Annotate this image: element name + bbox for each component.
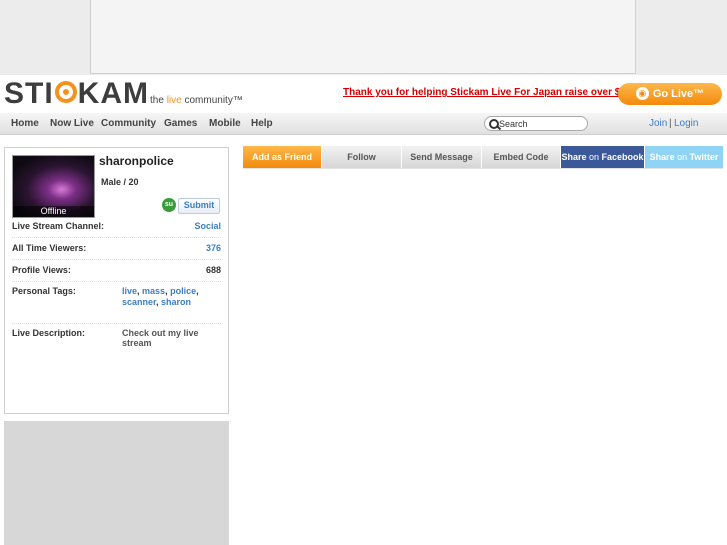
embed-code-button[interactable]: Embed Code [482,146,560,168]
share-tw-post: Twitter [689,152,719,162]
tags-label: Personal Tags: [12,286,76,296]
share-tw-on: on [674,152,690,162]
tags-row: Personal Tags: live, mass, police, scanne… [12,286,221,324]
tag-link[interactable]: live [122,286,137,296]
add-friend-button[interactable]: Add as Friend [243,146,321,168]
submit-button[interactable]: Submit [178,198,220,214]
nav-item-games[interactable]: Games [164,118,197,129]
description-row: Live Description: Check out my live stre… [12,328,221,348]
viewers-row: All Time Viewers: 376 [12,243,221,260]
logo-camera-icon [54,81,77,104]
share-fb-post: Facebook [601,152,644,162]
description-value: Check out my live stream [122,328,199,348]
stickam-logo[interactable]: STI KAM [4,79,149,109]
tagline: the live community™ [150,95,243,106]
join-link[interactable]: Join [649,118,667,129]
viewers-label: All Time Viewers: [12,243,87,253]
logo-text-start: STI [4,77,54,110]
search-input[interactable] [499,118,583,129]
send-message-button[interactable]: Send Message [402,146,481,168]
thumbnail-status: Offline [13,206,94,217]
stumbleupon-icon[interactable]: su [162,198,176,212]
share-fb-on: on [586,152,602,162]
tag-link[interactable]: police [170,286,196,296]
channel-row: Live Stream Channel: Social [12,221,221,238]
promo-link[interactable]: Thank you for helping Stickam Live For J… [343,87,642,98]
nav-item-community[interactable]: Community [101,118,156,129]
profile-gender-age: Male / 20 [101,177,139,187]
description-label: Live Description: [12,328,86,338]
logo-text-end: KAM [77,77,149,110]
top-banner-area [0,0,727,75]
share-twitter-button[interactable]: Share on Twitter [645,146,723,168]
go-live-button[interactable]: ◉ Go Live™ [618,83,722,105]
camera-icon: ◉ [635,86,649,100]
channel-label: Live Stream Channel: [12,221,105,231]
tags-list: live, mass, police, scanner, sharon [122,286,199,307]
nav-separator: | [669,118,672,129]
share-facebook-button[interactable]: Share on Facebook [561,146,644,168]
views-row: Profile Views: 688 [12,265,221,282]
viewers-value-link[interactable]: 376 [206,243,221,253]
tagline-post: community™ [181,95,243,106]
channel-value-link[interactable]: Social [194,221,221,231]
views-label: Profile Views: [12,265,71,275]
tagline-pre: the [150,95,167,106]
search-icon[interactable] [489,119,499,129]
tag-link[interactable]: sharon [161,297,191,307]
nav-item-home[interactable]: Home [11,118,39,129]
nav-item-now-live[interactable]: Now Live [50,118,94,129]
login-link[interactable]: Login [674,118,698,129]
share-fb-pre: Share [561,152,587,162]
actions-divider [243,168,723,169]
share-tw-pre: Share [649,152,675,162]
main-nav: Home Now Live Community Games Mobile Hel… [0,113,727,135]
views-value: 688 [205,265,221,275]
profile-panel: Offline sharonpolice Male / 20 su Submit… [4,147,229,414]
top-ad-slot[interactable] [90,0,636,74]
tag-link[interactable]: mass [142,286,165,296]
go-live-label: Go Live™ [652,88,705,100]
tagline-live: live [166,95,182,106]
tag-link[interactable]: scanner [122,297,156,307]
sidebar-ad-slot[interactable] [4,421,229,545]
site-header: STI KAM the live community™ Thank you for… [0,75,727,113]
follow-button[interactable]: Follow [322,146,401,168]
profile-thumbnail[interactable]: Offline [12,155,95,218]
nav-item-help[interactable]: Help [251,118,273,129]
search-box [484,116,588,131]
profile-username: sharonpolice [99,154,174,168]
nav-item-mobile[interactable]: Mobile [209,118,241,129]
